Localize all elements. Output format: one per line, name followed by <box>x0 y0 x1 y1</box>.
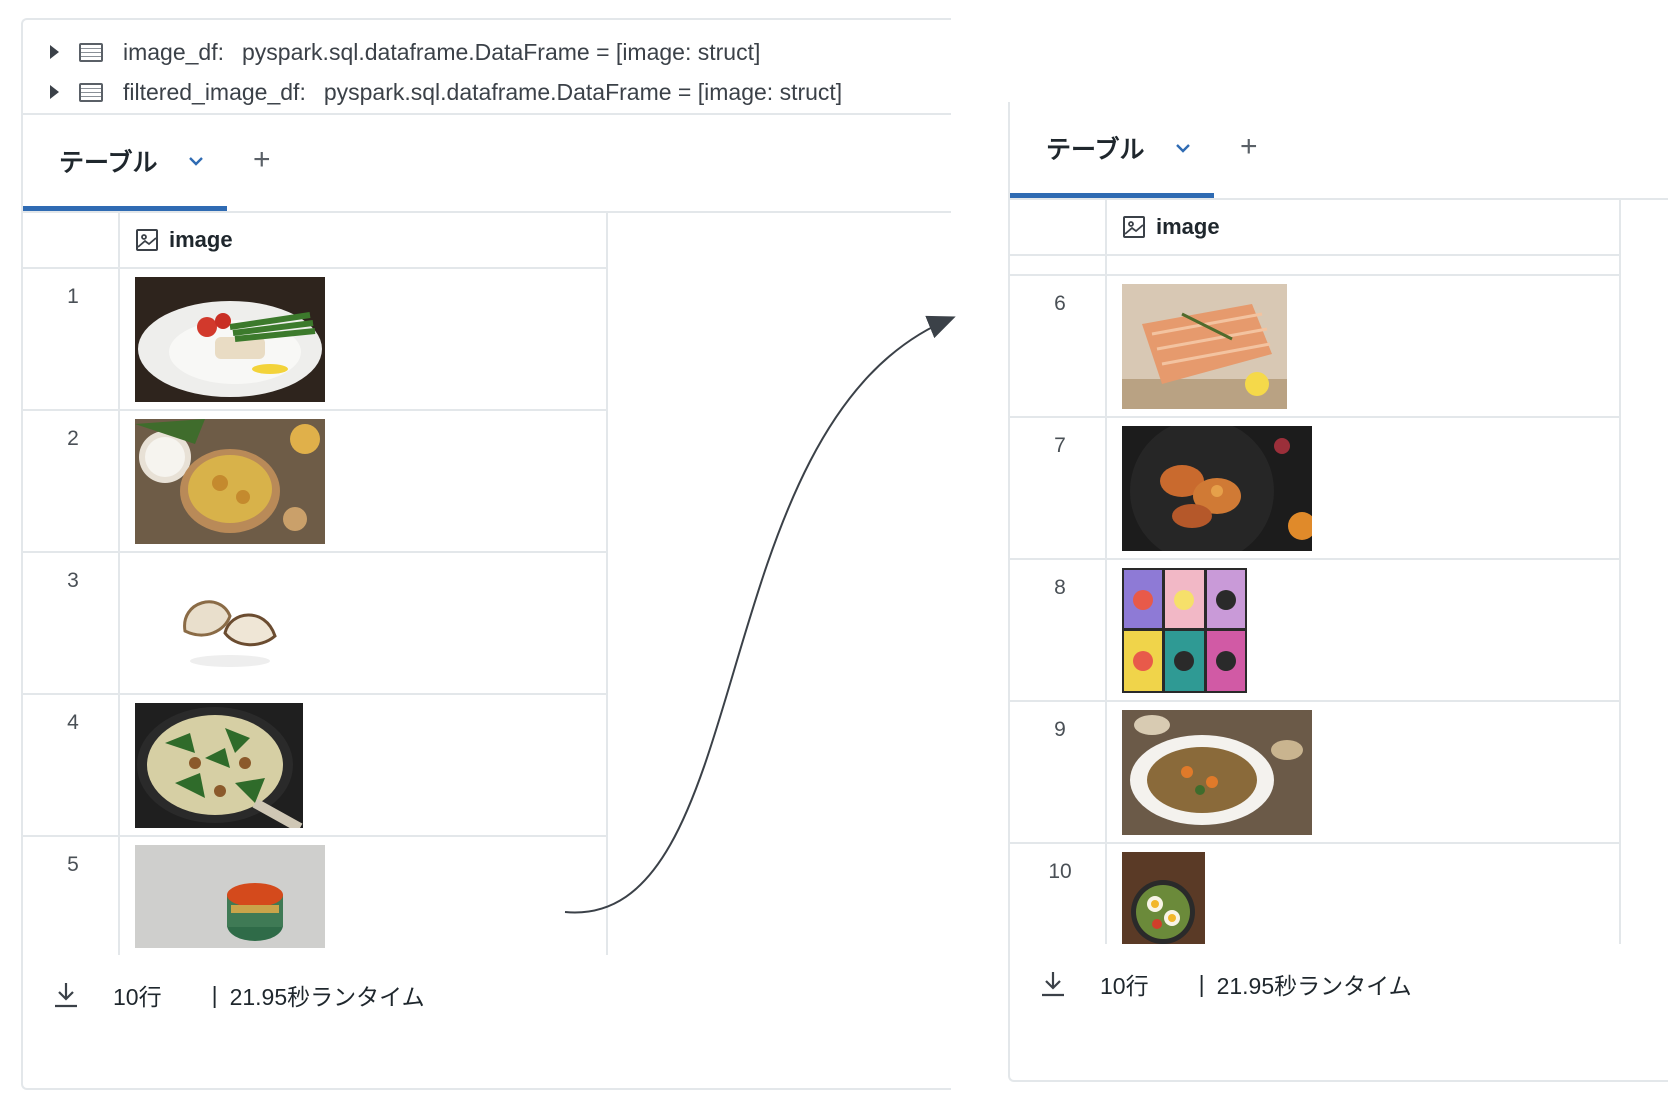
table-row[interactable]: 2 <box>23 411 608 553</box>
table-row[interactable]: 5 <box>23 837 608 955</box>
partial-row <box>1010 256 1621 276</box>
row-count: 10行 <box>1100 973 1149 999</box>
row-index: 10 <box>1048 860 1072 883</box>
table-icon <box>79 42 103 62</box>
schema-row-filtered-image-df[interactable]: filtered_image_df: pyspark.sql.dataframe… <box>23 72 951 112</box>
expand-caret-icon[interactable] <box>50 85 59 99</box>
row-index: 2 <box>67 427 79 450</box>
row-index: 3 <box>67 569 79 592</box>
table-row[interactable]: 10 <box>1010 844 1621 944</box>
footer-separator: | <box>211 981 218 1008</box>
row-index: 7 <box>1054 434 1066 457</box>
footer-separator: | <box>1198 970 1205 997</box>
table-icon <box>79 82 103 102</box>
table-row[interactable]: 4 <box>23 695 608 837</box>
expand-caret-icon[interactable] <box>50 45 59 59</box>
add-tab-button[interactable]: + <box>1240 132 1258 162</box>
table-row[interactable]: 9 <box>1010 702 1621 844</box>
schema-name: filtered_image_df: <box>123 78 306 105</box>
tab-bar: テーブル + <box>23 115 951 213</box>
row-index: 8 <box>1054 576 1066 599</box>
tab-label: テーブル <box>59 148 158 177</box>
image-thumbnail-caviar-tin-flour[interactable] <box>135 845 325 948</box>
tab-table[interactable]: テーブル <box>1010 102 1214 198</box>
column-header-image[interactable]: image <box>135 213 233 267</box>
image-thumbnail-grilled-seafood-plate[interactable] <box>1122 426 1312 551</box>
row-index: 4 <box>67 711 79 734</box>
image-thumbnail-mushroom-soup-bowl[interactable] <box>135 419 325 544</box>
header-row: image <box>23 213 608 269</box>
schema-type: pyspark.sql.dataframe.DataFrame = [image… <box>242 38 761 65</box>
right-result-panel: テーブル + image 6 7 8 9 10 10行 | 21.95秒ランタイム <box>1008 102 1668 1082</box>
right-data-grid: image 6 7 8 9 10 <box>1010 200 1668 944</box>
download-icon[interactable] <box>1040 970 1066 998</box>
image-thumbnail-sliced-mushrooms[interactable] <box>135 561 325 686</box>
schema-row-image-df[interactable]: image_df: pyspark.sql.dataframe.DataFram… <box>23 32 951 72</box>
result-footer: 10行 | 21.95秒ランタイム <box>23 965 951 1025</box>
left-result-panel: image_df: pyspark.sql.dataframe.DataFram… <box>21 18 951 1090</box>
column-header-label: image <box>1156 214 1220 239</box>
chevron-down-icon[interactable] <box>1175 143 1191 153</box>
column-header-image[interactable]: image <box>1122 200 1220 254</box>
schema-list: image_df: pyspark.sql.dataframe.DataFram… <box>23 20 951 115</box>
download-icon[interactable] <box>53 981 79 1009</box>
image-thumbnail-fish-asparagus-plate[interactable] <box>135 277 325 402</box>
header-row: image <box>1010 200 1621 256</box>
image-thumbnail-mushroom-spinach-pan[interactable] <box>135 703 303 828</box>
tab-bar: テーブル + <box>1010 102 1668 200</box>
image-thumbnail-salmon-fillet[interactable] <box>1122 284 1287 409</box>
runtime-text: 21.95秒ランタイム <box>229 984 425 1010</box>
column-divider <box>1619 200 1621 944</box>
column-divider <box>606 213 608 955</box>
row-index: 5 <box>67 853 79 876</box>
add-tab-button[interactable]: + <box>253 145 271 175</box>
image-thumbnail-soup-with-mushrooms[interactable] <box>1122 710 1312 835</box>
image-thumbnail-sushi-poster-grid[interactable] <box>1122 568 1247 693</box>
table-row[interactable]: 7 <box>1010 418 1621 560</box>
image-thumbnail-egg-salad-bowl[interactable] <box>1122 852 1205 944</box>
left-data-grid: image 123456 <box>23 213 931 955</box>
result-footer: 10行 | 21.95秒ランタイム <box>1010 954 1668 1014</box>
index-divider <box>1105 200 1107 944</box>
row-count: 10行 <box>113 984 162 1010</box>
column-header-label: image <box>169 227 233 252</box>
tab-label: テーブル <box>1046 135 1145 164</box>
row-index: 9 <box>1054 718 1066 741</box>
image-icon <box>136 229 158 251</box>
chevron-down-icon[interactable] <box>188 156 204 166</box>
table-row[interactable]: 8 <box>1010 560 1621 702</box>
runtime-text: 21.95秒ランタイム <box>1216 973 1412 999</box>
row-index: 6 <box>1054 292 1066 315</box>
index-divider <box>118 213 120 955</box>
schema-name: image_df: <box>123 38 225 65</box>
table-row[interactable]: 1 <box>23 269 608 411</box>
table-row[interactable]: 6 <box>1010 276 1621 418</box>
tab-table[interactable]: テーブル <box>23 115 227 211</box>
schema-type: pyspark.sql.dataframe.DataFrame = [image… <box>323 78 843 105</box>
table-row[interactable]: 3 <box>23 553 608 695</box>
image-icon <box>1123 216 1145 238</box>
row-index: 1 <box>67 285 79 308</box>
